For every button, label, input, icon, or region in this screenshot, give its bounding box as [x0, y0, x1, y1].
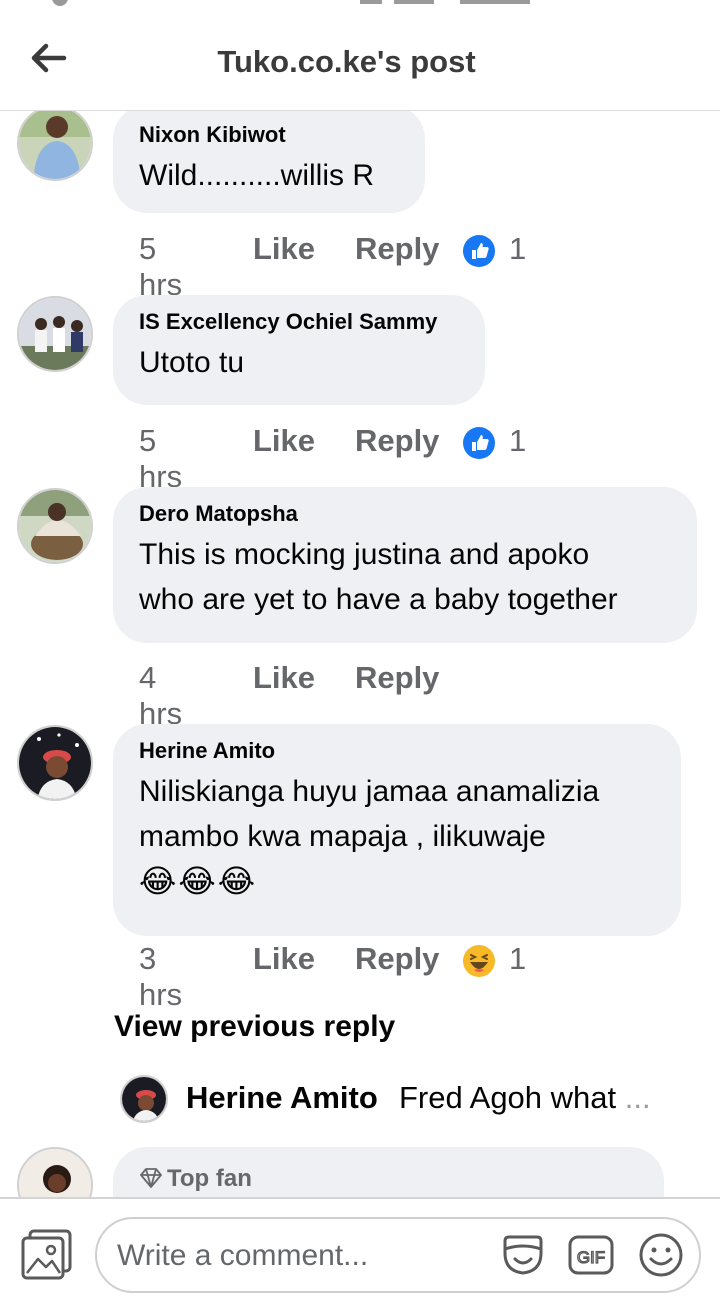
comment-time: 5 hrs: [139, 231, 183, 302]
photo-icon[interactable]: [20, 1229, 74, 1281]
reply-button[interactable]: Reply: [355, 941, 439, 977]
reply-ellipsis: ...: [624, 1080, 651, 1115]
comment-author[interactable]: Herine Amito: [139, 737, 655, 765]
comment-author[interactable]: Nixon Kibiwot: [139, 121, 399, 149]
comment-composer: Write a comment... GIF: [0, 1197, 720, 1307]
top-bar: Tuko.co.ke's post: [0, 14, 720, 111]
haha-reaction-icon[interactable]: [463, 945, 495, 977]
comment-time: 5 hrs: [139, 423, 183, 494]
status-icon: [360, 0, 382, 4]
comment-text-line: mambo kwa mapaja , ilikuwaje: [139, 820, 546, 853]
like-reaction-icon[interactable]: [463, 427, 495, 459]
comment-text-line: who are yet to have a baby together: [139, 583, 618, 616]
top-fan-badge: Top fan: [139, 1165, 638, 1193]
like-button[interactable]: Like: [253, 423, 315, 459]
diamond-icon: [140, 1168, 162, 1188]
gif-icon[interactable]: GIF: [567, 1231, 615, 1279]
emoji-icon[interactable]: [637, 1231, 685, 1279]
avatar[interactable]: [17, 488, 93, 564]
comment-text-line: Niliskianga huyu jamaa anamalizia: [139, 775, 600, 808]
avatar[interactable]: [17, 111, 93, 181]
reaction-count: 1: [509, 231, 527, 266]
avatar[interactable]: [17, 1147, 93, 1197]
comment-bubble[interactable]: Nixon Kibiwot Wild..........willis R: [113, 111, 425, 213]
comment-bubble[interactable]: Herine Amito Niliskianga huyu jamaa anam…: [113, 724, 681, 936]
reply-snippet-text: Fred Agoh what: [399, 1080, 617, 1115]
sticker-icon[interactable]: [499, 1231, 547, 1279]
avatar[interactable]: [17, 296, 93, 372]
reply-preview[interactable]: Herine Amito Fred Agoh what ...: [120, 1075, 680, 1125]
avatar[interactable]: [17, 725, 93, 801]
comments-list: Nixon Kibiwot Wild..........willis R 5 h…: [0, 111, 720, 1197]
comment-text-line: This is mocking justina and apoko: [139, 538, 590, 571]
page-title: Tuko.co.ke's post: [217, 44, 476, 79]
top-fan-label: Top fan: [167, 1165, 252, 1192]
comment-bubble[interactable]: IS Excellency Ochiel Sammy Utoto tu: [113, 295, 485, 405]
comment-time: 4 hrs: [139, 660, 183, 731]
emoji-row: 😂😂😂: [139, 863, 258, 899]
reply-button[interactable]: Reply: [355, 660, 439, 696]
avatar[interactable]: [120, 1075, 168, 1123]
reply-button[interactable]: Reply: [355, 231, 439, 267]
like-button[interactable]: Like: [253, 231, 315, 267]
like-reaction-icon[interactable]: [463, 235, 495, 267]
reply-author[interactable]: Herine Amito: [186, 1080, 378, 1116]
comment-text: Wild..........willis R: [139, 159, 375, 192]
comment-bubble[interactable]: Dero Matopsha This is mocking justina an…: [113, 487, 697, 643]
svg-text:GIF: GIF: [577, 1248, 605, 1267]
comment-time: 3 hrs: [139, 941, 183, 1012]
status-icon: [52, 0, 68, 6]
comment-text: Utoto tu: [139, 346, 245, 379]
comment-author[interactable]: Dero Matopsha: [139, 500, 671, 528]
reply-snippet: Fred Agoh what ...: [399, 1080, 651, 1116]
comment-author[interactable]: IS Excellency Ochiel Sammy: [139, 308, 459, 336]
comment-bubble[interactable]: Top fan: [113, 1147, 664, 1197]
reply-button[interactable]: Reply: [355, 423, 439, 459]
comment-input[interactable]: Write a comment... GIF: [95, 1217, 701, 1293]
comment-input-placeholder: Write a comment...: [117, 1239, 369, 1272]
reaction-count: 1: [509, 941, 527, 976]
status-icon: [460, 0, 530, 4]
view-previous-reply-link[interactable]: View previous reply: [114, 1010, 395, 1044]
reaction-count: 1: [509, 423, 527, 458]
like-button[interactable]: Like: [253, 660, 315, 696]
like-button[interactable]: Like: [253, 941, 315, 977]
status-icon: [394, 0, 434, 4]
status-bar: [0, 0, 720, 14]
